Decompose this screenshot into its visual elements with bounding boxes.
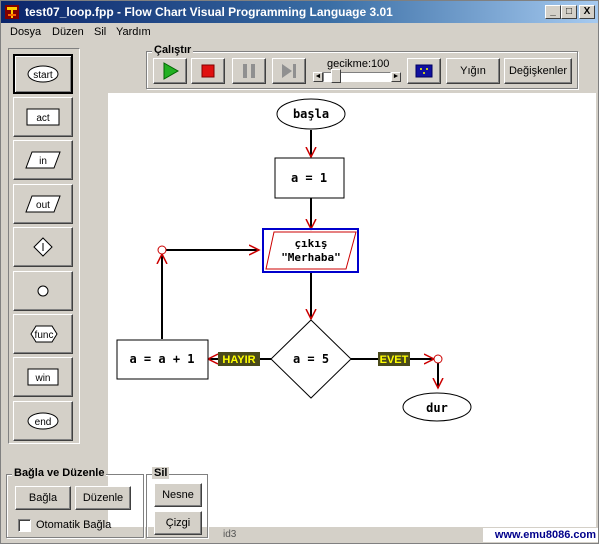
slider-left-arrow-icon[interactable]: ◄	[313, 72, 323, 82]
object-id-status: id3	[223, 529, 237, 540]
node-output[interactable]: çıkış "Merhaba"	[262, 228, 359, 273]
menu-duzen[interactable]: Düzen	[52, 26, 84, 38]
arrange-button[interactable]: Düzenle	[75, 486, 131, 510]
delete-object-button[interactable]: Nesne	[154, 483, 202, 507]
circle-shape-icon	[37, 285, 49, 297]
condition-node-label: a = 5	[293, 352, 329, 366]
no-branch-label: HAYIR	[222, 354, 255, 366]
palette-win-button[interactable]: win	[13, 357, 73, 397]
end-node-label: dur	[426, 401, 448, 415]
end-shape-icon: end	[27, 412, 59, 430]
start-node-label: başla	[293, 107, 329, 121]
close-button[interactable]: X	[579, 5, 595, 19]
palette-end-button[interactable]: end	[13, 401, 73, 441]
run-panel-label: Çalıştır	[152, 44, 194, 56]
assign-node-label: a = 1	[291, 171, 327, 185]
memory-icon	[415, 64, 433, 78]
palette-start-label: start	[33, 70, 53, 81]
act-shape-icon: act	[26, 108, 60, 126]
menu-dosya[interactable]: Dosya	[10, 26, 41, 38]
auto-connect-checkbox[interactable]	[18, 519, 31, 532]
no-branch-badge: HAYIR	[218, 352, 260, 366]
minimize-button[interactable]: _	[545, 5, 561, 19]
func-shape-icon: func	[30, 325, 58, 343]
app-icon	[5, 5, 19, 19]
node-end[interactable]: dur	[402, 392, 472, 422]
app-window: test07_loop.fpp - Flow Chart Visual Prog…	[0, 0, 599, 544]
start-shape-icon: start	[27, 65, 59, 83]
loop-connector-point[interactable]	[157, 245, 167, 255]
delay-slider-thumb[interactable]	[331, 69, 341, 83]
flowchart-svg: başla a = 1 çıkış "Merhaba" a = 5 a = a …	[116, 98, 472, 422]
node-condition[interactable]: a = 5	[270, 319, 352, 399]
delete-panel-label: Sil	[152, 467, 170, 479]
node-start[interactable]: başla	[276, 98, 346, 130]
palette-win-label: win	[34, 373, 50, 384]
diamond-shape-icon	[33, 237, 53, 257]
website-link[interactable]: www.emu8086.com	[483, 528, 598, 542]
menu-bar: Dosya Düzen Sil Yardım	[1, 23, 598, 41]
in-shape-icon: in	[25, 151, 61, 169]
palette-if-button[interactable]	[13, 227, 73, 267]
menu-yardim[interactable]: Yardım	[116, 26, 151, 38]
title-bar[interactable]: test07_loop.fpp - Flow Chart Visual Prog…	[1, 1, 598, 23]
node-increment[interactable]: a = a + 1	[116, 339, 209, 380]
palette-func-button[interactable]: func	[13, 314, 73, 354]
connect-button[interactable]: Bağla	[15, 486, 71, 510]
step-button[interactable]	[272, 58, 306, 84]
flowchart-canvas[interactable]: başla a = 1 çıkış "Merhaba" a = 5 a = a …	[108, 93, 596, 527]
yes-branch-label: EVET	[380, 354, 409, 366]
palette-out-label: out	[36, 200, 50, 211]
slider-right-arrow-icon[interactable]: ►	[391, 72, 401, 82]
increment-node-label: a = a + 1	[129, 352, 194, 366]
palette-start-button[interactable]: start	[13, 54, 73, 94]
win-shape-icon: win	[27, 368, 59, 386]
output-node-line2: "Merhaba"	[281, 251, 341, 264]
stop-button[interactable]	[191, 58, 225, 84]
play-icon	[163, 62, 180, 80]
variables-button[interactable]: Değişkenler	[504, 58, 572, 84]
palette-connector-button[interactable]	[13, 271, 73, 311]
node-assign[interactable]: a = 1	[274, 157, 345, 199]
memory-button[interactable]	[407, 58, 441, 84]
palette-out-button[interactable]: out	[13, 184, 73, 224]
stack-button[interactable]: Yığın	[446, 58, 500, 84]
palette-in-button[interactable]: in	[13, 140, 73, 180]
connect-panel-label: Bağla ve Düzenle	[12, 467, 107, 479]
auto-connect-label: Otomatik Bağla	[36, 519, 112, 531]
step-icon	[282, 64, 296, 78]
palette-act-button[interactable]: act	[13, 97, 73, 137]
pause-icon	[243, 64, 255, 78]
play-button[interactable]	[153, 58, 187, 84]
pause-button[interactable]	[232, 58, 266, 84]
output-node-line1: çıkış	[294, 237, 327, 250]
palette-in-label: in	[39, 156, 47, 167]
yes-connector-point[interactable]	[433, 354, 443, 364]
menu-sil[interactable]: Sil	[94, 26, 106, 38]
maximize-button[interactable]: □	[561, 5, 577, 19]
yes-branch-badge: EVET	[378, 352, 410, 366]
window-title: test07_loop.fpp - Flow Chart Visual Prog…	[25, 5, 393, 19]
delete-line-button[interactable]: Çizgi	[154, 511, 202, 535]
palette-end-label: end	[35, 417, 52, 428]
palette-func-label: func	[35, 330, 54, 341]
stop-icon	[201, 64, 215, 78]
out-shape-icon: out	[25, 195, 61, 213]
palette-act-label: act	[36, 113, 50, 124]
